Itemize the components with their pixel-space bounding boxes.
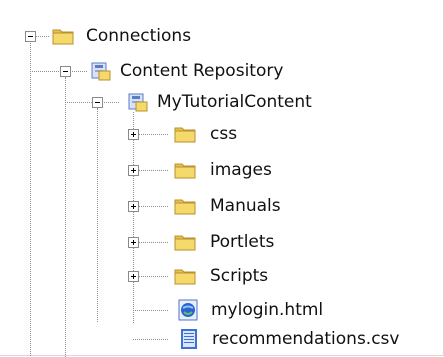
folder-icon xyxy=(173,194,197,218)
tree-node-label: Scripts xyxy=(210,266,269,286)
folder-icon xyxy=(173,264,197,288)
tree-node-mylogin-html[interactable]: mylogin.html xyxy=(0,295,330,325)
csv-file-icon xyxy=(177,327,201,351)
tree-node-label: images xyxy=(210,160,272,180)
tree-node-label: Portlets xyxy=(210,232,275,252)
expand-toggle[interactable] xyxy=(128,165,139,176)
repository-icon xyxy=(126,90,150,114)
collapse-toggle[interactable] xyxy=(92,97,103,108)
tree-node-label: css xyxy=(210,124,238,144)
tree-node-label: Manuals xyxy=(210,196,281,216)
tree-node-recommendations-csv[interactable]: recommendations.csv xyxy=(0,324,440,354)
folder-icon xyxy=(173,158,197,182)
tree-node-images[interactable]: images xyxy=(0,155,272,185)
collapse-toggle[interactable] xyxy=(60,66,71,77)
tree-node-connections[interactable]: Connections xyxy=(0,21,260,51)
folder-icon xyxy=(173,230,197,254)
tree-node-label: recommendations.csv xyxy=(212,329,400,349)
tree-node-manuals[interactable]: Manuals xyxy=(0,191,281,221)
repository-icon xyxy=(89,59,113,83)
expand-toggle[interactable] xyxy=(128,271,139,282)
tree-node-css[interactable]: css xyxy=(0,119,260,149)
tree-node-scripts[interactable]: Scripts xyxy=(0,261,268,291)
tree-panel: Connections Content Repository MyTutoria… xyxy=(0,0,444,357)
tree-node-content-repository[interactable]: Content Repository xyxy=(0,56,360,86)
folder-icon xyxy=(173,122,197,146)
tree-node-label: Content Repository xyxy=(120,61,284,81)
folder-icon xyxy=(51,24,75,48)
tree-node-label: Connections xyxy=(86,26,192,46)
html-file-icon xyxy=(176,298,200,322)
expand-toggle[interactable] xyxy=(128,201,139,212)
tree-node-label: mylogin.html xyxy=(211,300,324,320)
tree-node-portlets[interactable]: Portlets xyxy=(0,227,274,257)
tree-node-mytutorialcontent[interactable]: MyTutorialContent xyxy=(0,87,380,117)
tree-node-label: MyTutorialContent xyxy=(157,92,312,112)
expand-toggle[interactable] xyxy=(128,129,139,140)
expand-toggle[interactable] xyxy=(128,237,139,248)
collapse-toggle[interactable] xyxy=(25,31,36,42)
